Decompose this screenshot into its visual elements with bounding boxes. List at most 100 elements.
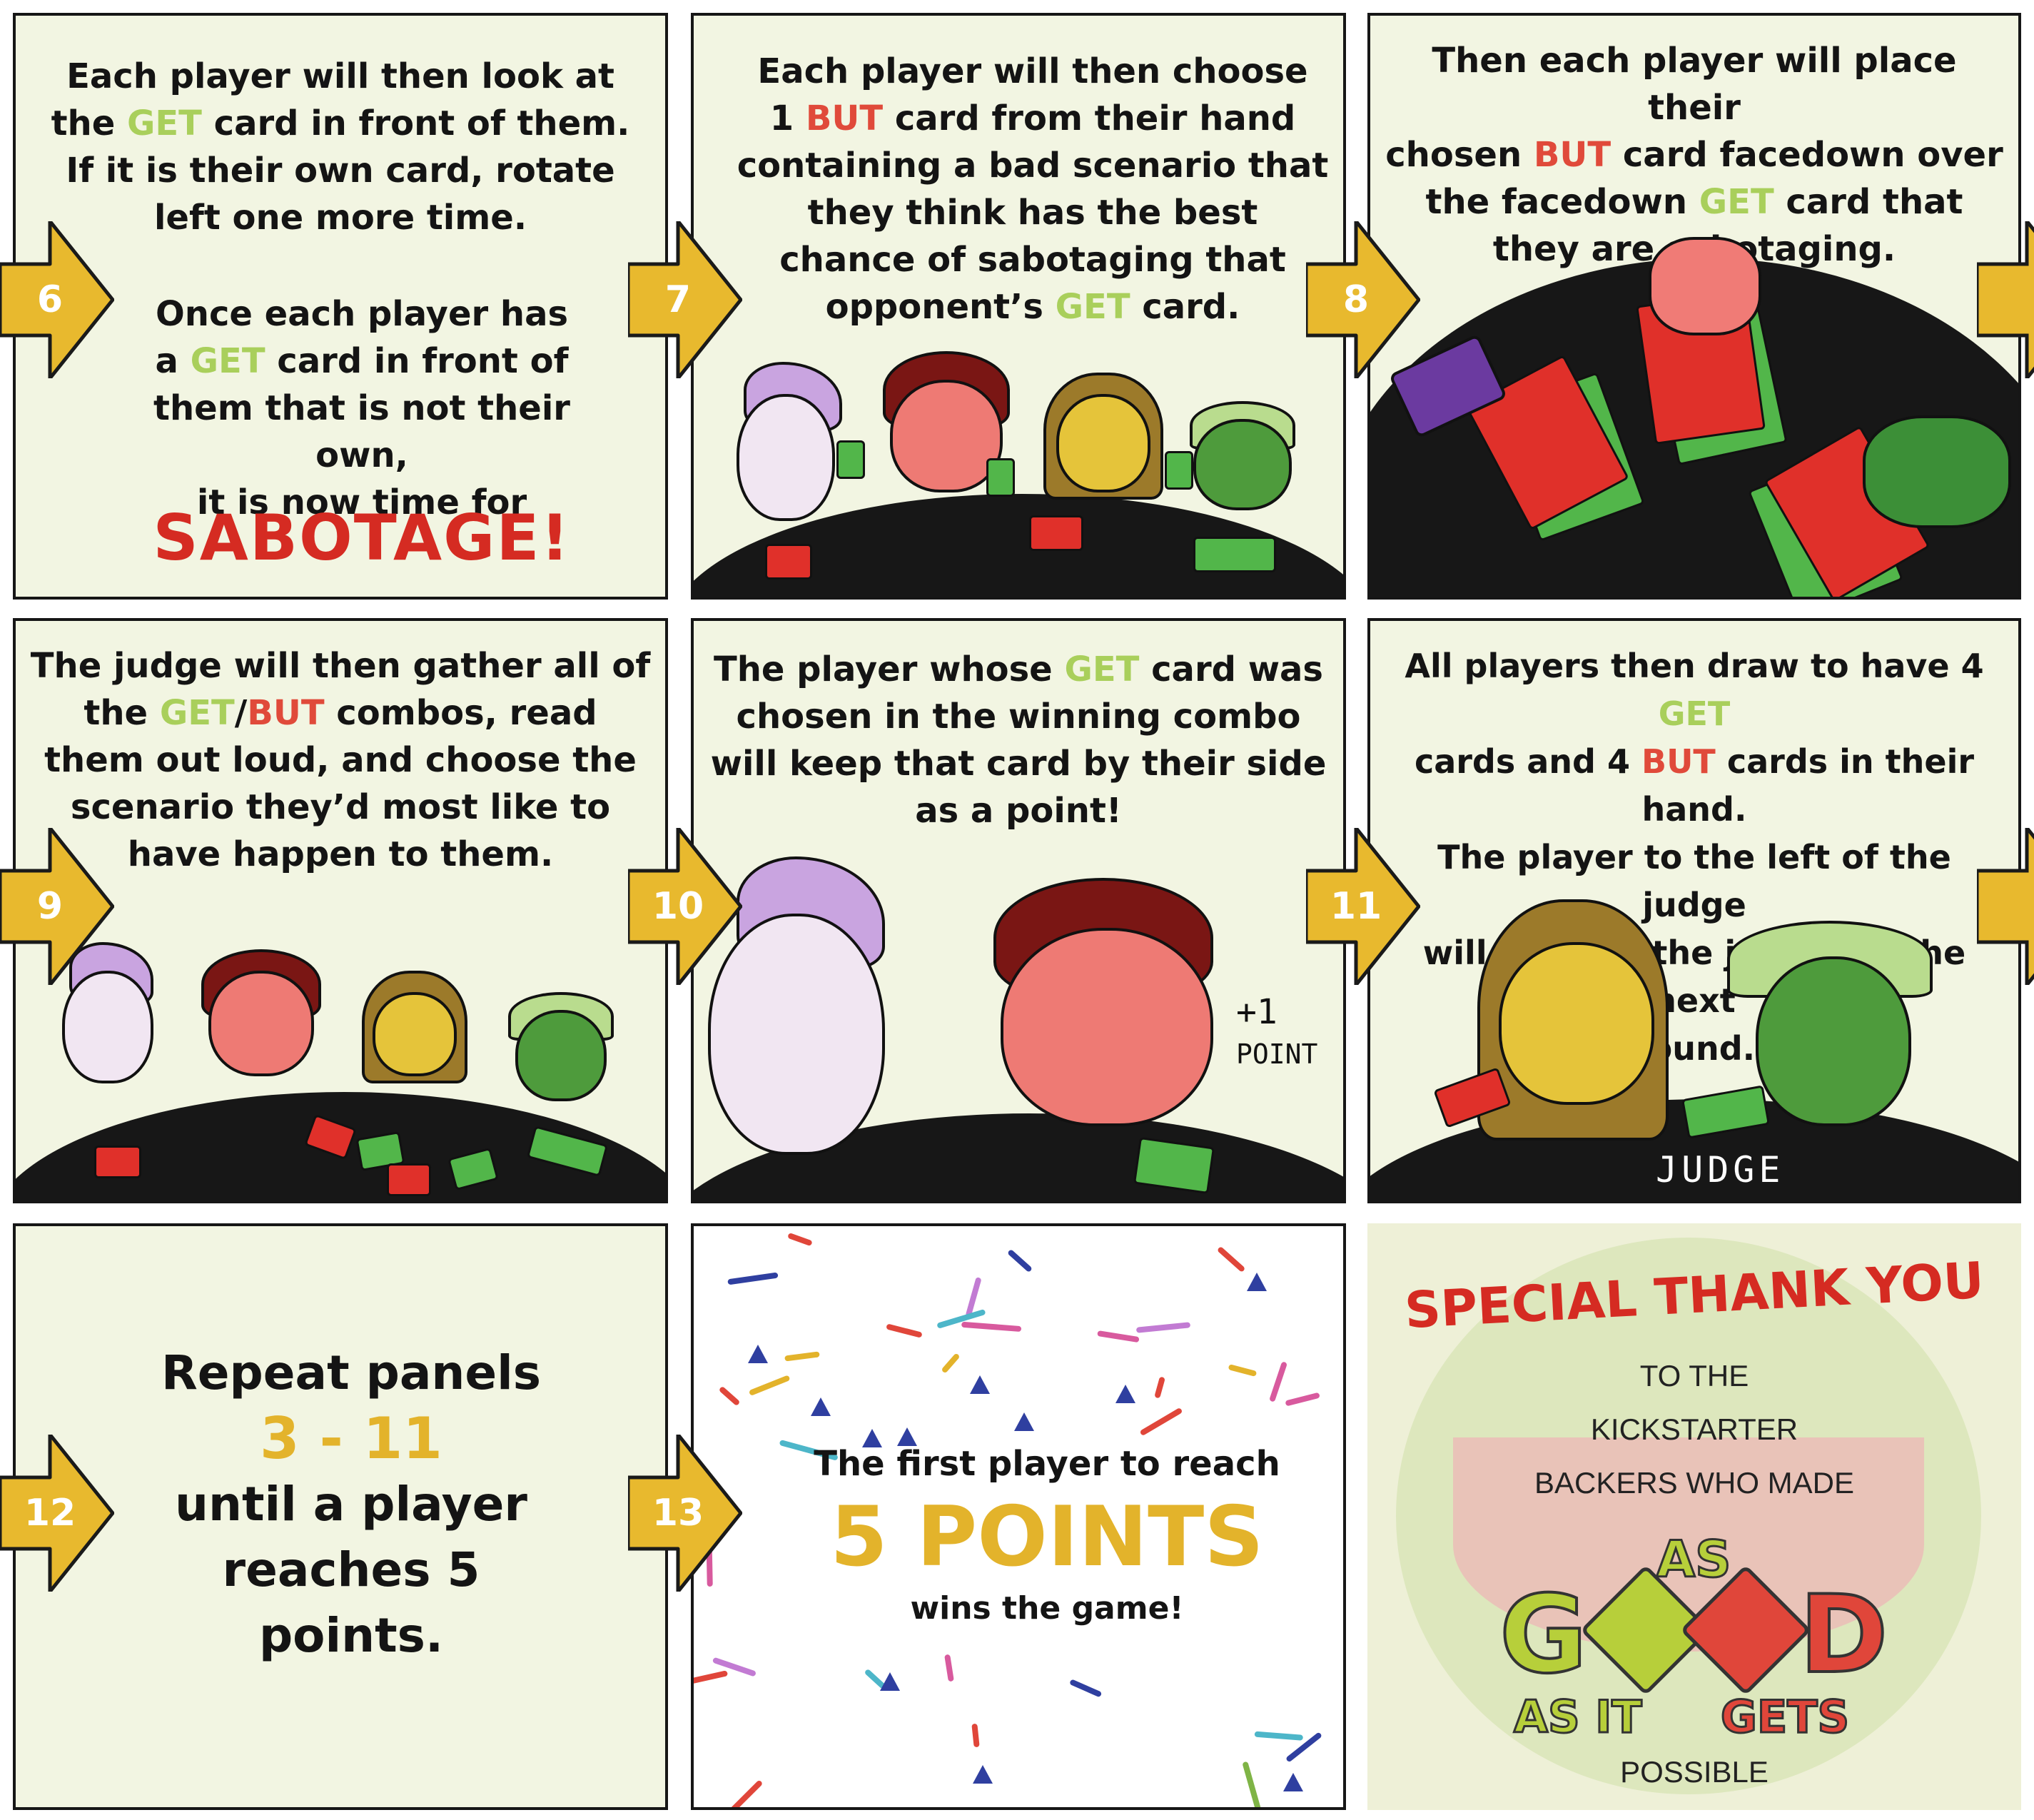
get-word: GET bbox=[159, 693, 235, 733]
confetti-piece bbox=[727, 1272, 779, 1285]
text-line: the GET/BUT combos, read bbox=[30, 689, 651, 737]
confetti-piece bbox=[1153, 1376, 1165, 1399]
text-line: wins the game! bbox=[910, 1590, 1184, 1627]
confetti-piece bbox=[972, 1765, 993, 1784]
card-icon bbox=[1165, 451, 1193, 490]
text-line: 1 BUT card from their hand bbox=[737, 95, 1329, 142]
text-line: cards and 4 BUT cards in their hand. bbox=[1385, 738, 2004, 834]
text-line: Each player will then choose bbox=[757, 51, 1308, 91]
sabotage-heading: SABOTAGE! bbox=[153, 501, 571, 575]
card-icon bbox=[836, 440, 865, 479]
confetti-piece bbox=[784, 1351, 821, 1362]
text-line: them out loud, and choose the bbox=[44, 740, 637, 780]
confetti-piece bbox=[1242, 1761, 1265, 1807]
panel-12-text: Repeat panels 3 - 11 until a player reac… bbox=[80, 1340, 622, 1669]
panel-13-text: The first player to reach 5 POINTS wins … bbox=[779, 1440, 1315, 1630]
text-span: The player whose bbox=[713, 649, 1065, 689]
text-line: points. bbox=[258, 1608, 444, 1663]
panel-10: The player whose GET card was chosen in … bbox=[691, 618, 1346, 1203]
text-line: reaches 5 bbox=[222, 1542, 480, 1597]
step-arrow-icon: 13 bbox=[626, 1432, 743, 1594]
text-line: them that is not their own, bbox=[153, 388, 570, 475]
text-line: as a point! bbox=[915, 791, 1122, 831]
red-character bbox=[208, 971, 314, 1076]
confetti-piece bbox=[961, 1321, 1021, 1332]
slash: / bbox=[234, 693, 248, 733]
red-character bbox=[1001, 928, 1213, 1126]
card-icon bbox=[1029, 515, 1083, 551]
logo-g: G bbox=[1498, 1572, 1589, 1699]
confetti-piece bbox=[1135, 1322, 1191, 1333]
step-arrow-icon: 12 bbox=[0, 1432, 115, 1594]
step-number: 9 bbox=[36, 885, 64, 928]
text-span: the bbox=[84, 693, 160, 733]
panels-range: 3 - 11 bbox=[260, 1405, 442, 1472]
thanks-line: POSSIBLE bbox=[1620, 1755, 1769, 1789]
text-span: card from their hand bbox=[883, 98, 1296, 138]
confetti-piece bbox=[1283, 1773, 1304, 1792]
green-character bbox=[1756, 956, 1911, 1126]
point-label: POINT bbox=[1236, 1038, 1318, 1070]
confetti-piece bbox=[1139, 1407, 1183, 1437]
step-number: 12 bbox=[24, 1492, 76, 1535]
step-arrow-icon: 8 bbox=[1304, 219, 1421, 380]
step-arrow-icon: 7 bbox=[626, 219, 743, 380]
text-line: The judge will then gather all of bbox=[30, 646, 651, 686]
text-span: combos, read bbox=[324, 693, 597, 733]
panel-7: Each player will then choose 1 BUT card … bbox=[691, 13, 1346, 600]
text-span: All players then draw to have 4 bbox=[1405, 647, 1984, 685]
thanks-line: BACKERS WHO MADE bbox=[1534, 1466, 1855, 1500]
panel-13: The first player to reach 5 POINTS wins … bbox=[691, 1223, 1346, 1810]
text-line: Once each player has bbox=[155, 294, 569, 334]
text-line: the GET card in front of them. bbox=[30, 100, 651, 147]
confetti-piece bbox=[1269, 1360, 1288, 1402]
thanks-line: TO THE bbox=[1639, 1359, 1749, 1392]
text-line: the facedown GET card that bbox=[1385, 178, 2004, 226]
text-line: chosen in the winning combo bbox=[736, 697, 1301, 737]
purple-character bbox=[62, 971, 153, 1083]
get-word: GET bbox=[1699, 182, 1774, 222]
green-character bbox=[515, 1010, 607, 1101]
panel-6-text-2: Once each player has a GET card in front… bbox=[101, 290, 622, 526]
confetti-piece bbox=[941, 1353, 961, 1374]
step-arrow-icon: 6 bbox=[0, 219, 115, 380]
confetti-piece bbox=[1254, 1731, 1304, 1741]
confetti-piece bbox=[1097, 1330, 1140, 1343]
text-span: a bbox=[155, 341, 191, 381]
text-span: card. bbox=[1130, 287, 1240, 327]
confetti-piece bbox=[971, 1723, 980, 1748]
five-points-heading: 5 POINTS bbox=[830, 1489, 1264, 1585]
confetti-piece bbox=[885, 1323, 923, 1339]
card-icon bbox=[1193, 537, 1276, 572]
yellow-character bbox=[1499, 942, 1654, 1105]
get-word: GET bbox=[1055, 287, 1130, 327]
hand-pink bbox=[1649, 237, 1761, 335]
card-icon bbox=[387, 1163, 431, 1196]
game-logo: AS G D AS IT GETS bbox=[1492, 1530, 1892, 1744]
logo-as-it: AS IT bbox=[1513, 1690, 1644, 1744]
text-line: opponent’s GET card. bbox=[737, 283, 1329, 330]
step-number: 7 bbox=[664, 278, 692, 321]
judge-label: JUDGE bbox=[1656, 1149, 1785, 1190]
text-span: cards and 4 bbox=[1414, 742, 1642, 781]
card-icon bbox=[765, 544, 812, 580]
text-line: until a player bbox=[175, 1477, 527, 1532]
logo-d: D bbox=[1798, 1572, 1890, 1699]
panel-10-text: The player whose GET card was chosen in … bbox=[708, 646, 1329, 834]
text-line: scenario they’d most like to bbox=[70, 787, 611, 827]
confetti-piece bbox=[748, 1374, 791, 1396]
confetti-piece bbox=[694, 1670, 729, 1688]
confetti-piece bbox=[1068, 1679, 1102, 1698]
confetti-piece bbox=[724, 1779, 764, 1807]
card-icon bbox=[94, 1146, 141, 1178]
step-arrow-icon: 11 bbox=[1304, 826, 1421, 987]
confetti-piece bbox=[969, 1375, 990, 1394]
text-span: the facedown bbox=[1425, 182, 1699, 222]
step-number: 8 bbox=[1342, 278, 1370, 321]
text-line: will keep that card by their side bbox=[710, 744, 1327, 784]
purple-character bbox=[737, 394, 835, 521]
continue-arrow-icon bbox=[1977, 828, 2034, 985]
text-line: containing a bad scenario that bbox=[737, 146, 1329, 186]
step-number: 13 bbox=[652, 1492, 704, 1535]
text-line: they think has the best bbox=[807, 193, 1258, 233]
